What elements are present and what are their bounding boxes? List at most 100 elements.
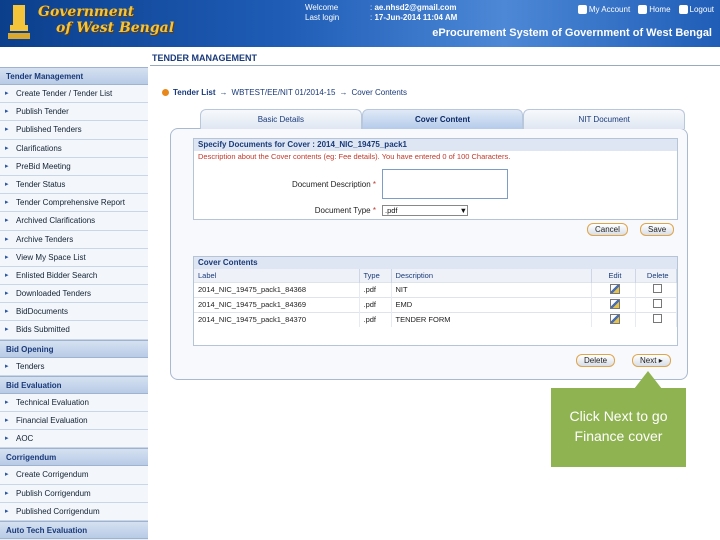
chevron-right-icon: ▸ [5,180,9,188]
sidebar-item[interactable]: ▸ Publish Corrigendum [0,484,148,503]
sidebar-section-heading: Auto Tech Evaluation [0,520,148,539]
sidebar-item-label: PreBid Meeting [16,161,71,171]
sidebar-item[interactable]: ▸ Archived Clarifications [0,212,148,231]
user-icon [577,5,587,14]
chevron-right-icon: ▸ [5,417,9,424]
sidebar-item-label: BidDocuments [16,307,69,317]
sidebar-item-label: Archived Clarifications [16,216,96,226]
cover-contents-box: Cover Contents Label Type Description Ed… [193,256,678,346]
sidebar-item-label: Financial Evaluation [16,416,88,425]
sidebar-section-heading: Corrigendum [0,448,148,467]
row-description: TENDER FORM [391,311,592,327]
breadcrumb-tender-list[interactable]: Tender List [173,88,216,97]
sidebar-item[interactable]: ▸ Published Tenders [0,121,148,140]
sidebar-item[interactable]: ▸ Publish Tender [0,103,148,122]
tab-bar: Basic Details Cover Content NIT Document [200,109,686,129]
chevron-right-icon: ▸ [5,235,9,243]
sidebar-item[interactable]: ▸ View My Space List [0,248,148,267]
sidebar-item[interactable]: ▸ Archive Tenders [0,230,148,249]
sidebar-item[interactable]: ▸ BidDocuments [0,303,148,322]
my-account-link[interactable]: My Account [577,5,630,14]
tab-basic-details[interactable]: Basic Details [200,109,362,129]
chevron-right-icon: ▸ [5,435,9,443]
sidebar-item[interactable]: ▸ Financial Evaluation [0,412,148,431]
chevron-right-icon: ▸ [5,199,9,207]
sidebar-item[interactable]: ▸ Technical Evaluation [0,393,148,412]
edit-icon[interactable] [610,313,620,324]
row-label: 2014_NIC_19475_pack1_84370 [194,311,360,327]
sidebar-item[interactable]: ▸ Enlisted Bidder Search [0,266,148,286]
column-header-description: Description [391,269,592,282]
chevron-right-icon: ▸ [5,398,9,406]
sidebar-item[interactable]: ▸ AOC [0,430,148,449]
sidebar-item-label: AOC [16,434,34,444]
edit-icon[interactable] [610,298,620,309]
sidebar-item[interactable]: ▸ Bids Submitted [0,321,148,340]
column-header-type: Type [359,269,392,282]
chevron-right-icon: ▸ [5,471,9,479]
sidebar-item[interactable]: ▸ Clarifications [0,139,148,158]
top-banner: Government of West Bengal Welcome: ae.nh… [0,0,720,47]
home-link[interactable]: Home [638,5,671,14]
breadcrumb-separator-icon: → [219,88,228,97]
sidebar-item[interactable]: ▸ Tenders [0,357,148,376]
column-header-edit: Edit [591,269,636,282]
instruction-callout: Click Next to go Finance cover [551,388,686,467]
tab-cover-content[interactable]: Cover Content [361,109,524,129]
logout-link[interactable]: Logout [678,5,714,14]
delete-checkbox[interactable] [653,284,663,293]
column-header-delete: Delete [635,269,677,282]
save-button[interactable]: Save [640,223,675,236]
bullet-icon [162,89,169,96]
logout-icon [678,5,688,14]
delete-button[interactable]: Delete [576,354,616,367]
sidebar-section-heading: Tender Management [0,67,148,85]
chevron-right-icon: ▸ [5,253,9,261]
next-button[interactable]: Next ▸ [632,354,671,367]
top-nav: My Account Home Logout [577,5,714,14]
delete-checkbox[interactable] [653,299,663,308]
cover-contents-table: Label Type Description Edit Delete 2014_… [194,269,677,327]
sidebar-item[interactable]: ▸ Create Tender / Tender List [0,85,148,104]
cancel-button[interactable]: Cancel [587,223,628,236]
sidebar-item[interactable]: ▸ PreBid Meeting [0,157,148,176]
sidebar-item-label: Tender Status [16,179,66,189]
edit-icon[interactable] [610,283,620,294]
breadcrumb-tender-ref[interactable]: WBTEST/EE/NIT 01/2014-15 [232,88,336,97]
sidebar-item-label: Published Corrigendum [16,506,100,516]
system-title: eProcurement System of Government of Wes… [432,27,712,39]
document-type-select[interactable]: .pdf ▼ [382,205,468,216]
document-description-label: Document Description * [291,179,376,189]
specify-documents-box: Specify Documents for Cover : 2014_NIC_1… [193,138,678,220]
row-description: NIT [391,281,592,297]
sidebar-item[interactable]: ▸ Downloaded Tenders [0,285,148,304]
sidebar-item-label: Enlisted Bidder Search [16,270,98,280]
sidebar-item[interactable]: ▸ Create Corrigendum [0,466,148,485]
chevron-down-icon: ▼ [459,205,467,215]
document-description-input[interactable] [382,169,508,199]
chevron-right-icon: ▸ [5,271,9,279]
row-label: 2014_NIC_19475_pack1_84369 [194,296,360,312]
chevron-right-icon: ▸ [5,507,9,515]
tab-nit-document[interactable]: NIT Document [523,109,686,129]
chevron-right-icon: ▸ [5,144,9,152]
sidebar-section-heading: Bid Opening [0,339,148,358]
sidebar-item[interactable]: ▸ Published Corrigendum [0,502,148,521]
sidebar: Tender Management ▸ Create Tender / Tender… [0,67,148,540]
sidebar-item-label: Archive Tenders [16,234,74,244]
table-row: 2014_NIC_19475_pack1_84368 .pdf NIT [194,281,677,297]
row-type: .pdf [359,281,392,297]
chevron-right-icon: ▸ [5,126,9,134]
chevron-right-icon: ▸ [5,290,9,298]
chevron-right-icon: ▸ [5,108,9,116]
last-login-value: 17-Jun-2014 11:04 AM [374,13,458,22]
sidebar-item[interactable]: ▸ Tender Status [0,175,148,195]
sidebar-item[interactable]: ▸ Tender Comprehensive Report [0,194,148,213]
delete-checkbox[interactable] [653,314,663,324]
last-login-label: Last login [305,13,340,22]
chevron-right-icon: ▸ [5,308,9,316]
sidebar-item-label: Clarifications [16,143,62,153]
next-arrow-icon: ▸ [658,356,663,365]
table-row: 2014_NIC_19475_pack1_84369 .pdf EMD [194,296,677,312]
sidebar-item-label: Published Tenders [16,125,82,135]
